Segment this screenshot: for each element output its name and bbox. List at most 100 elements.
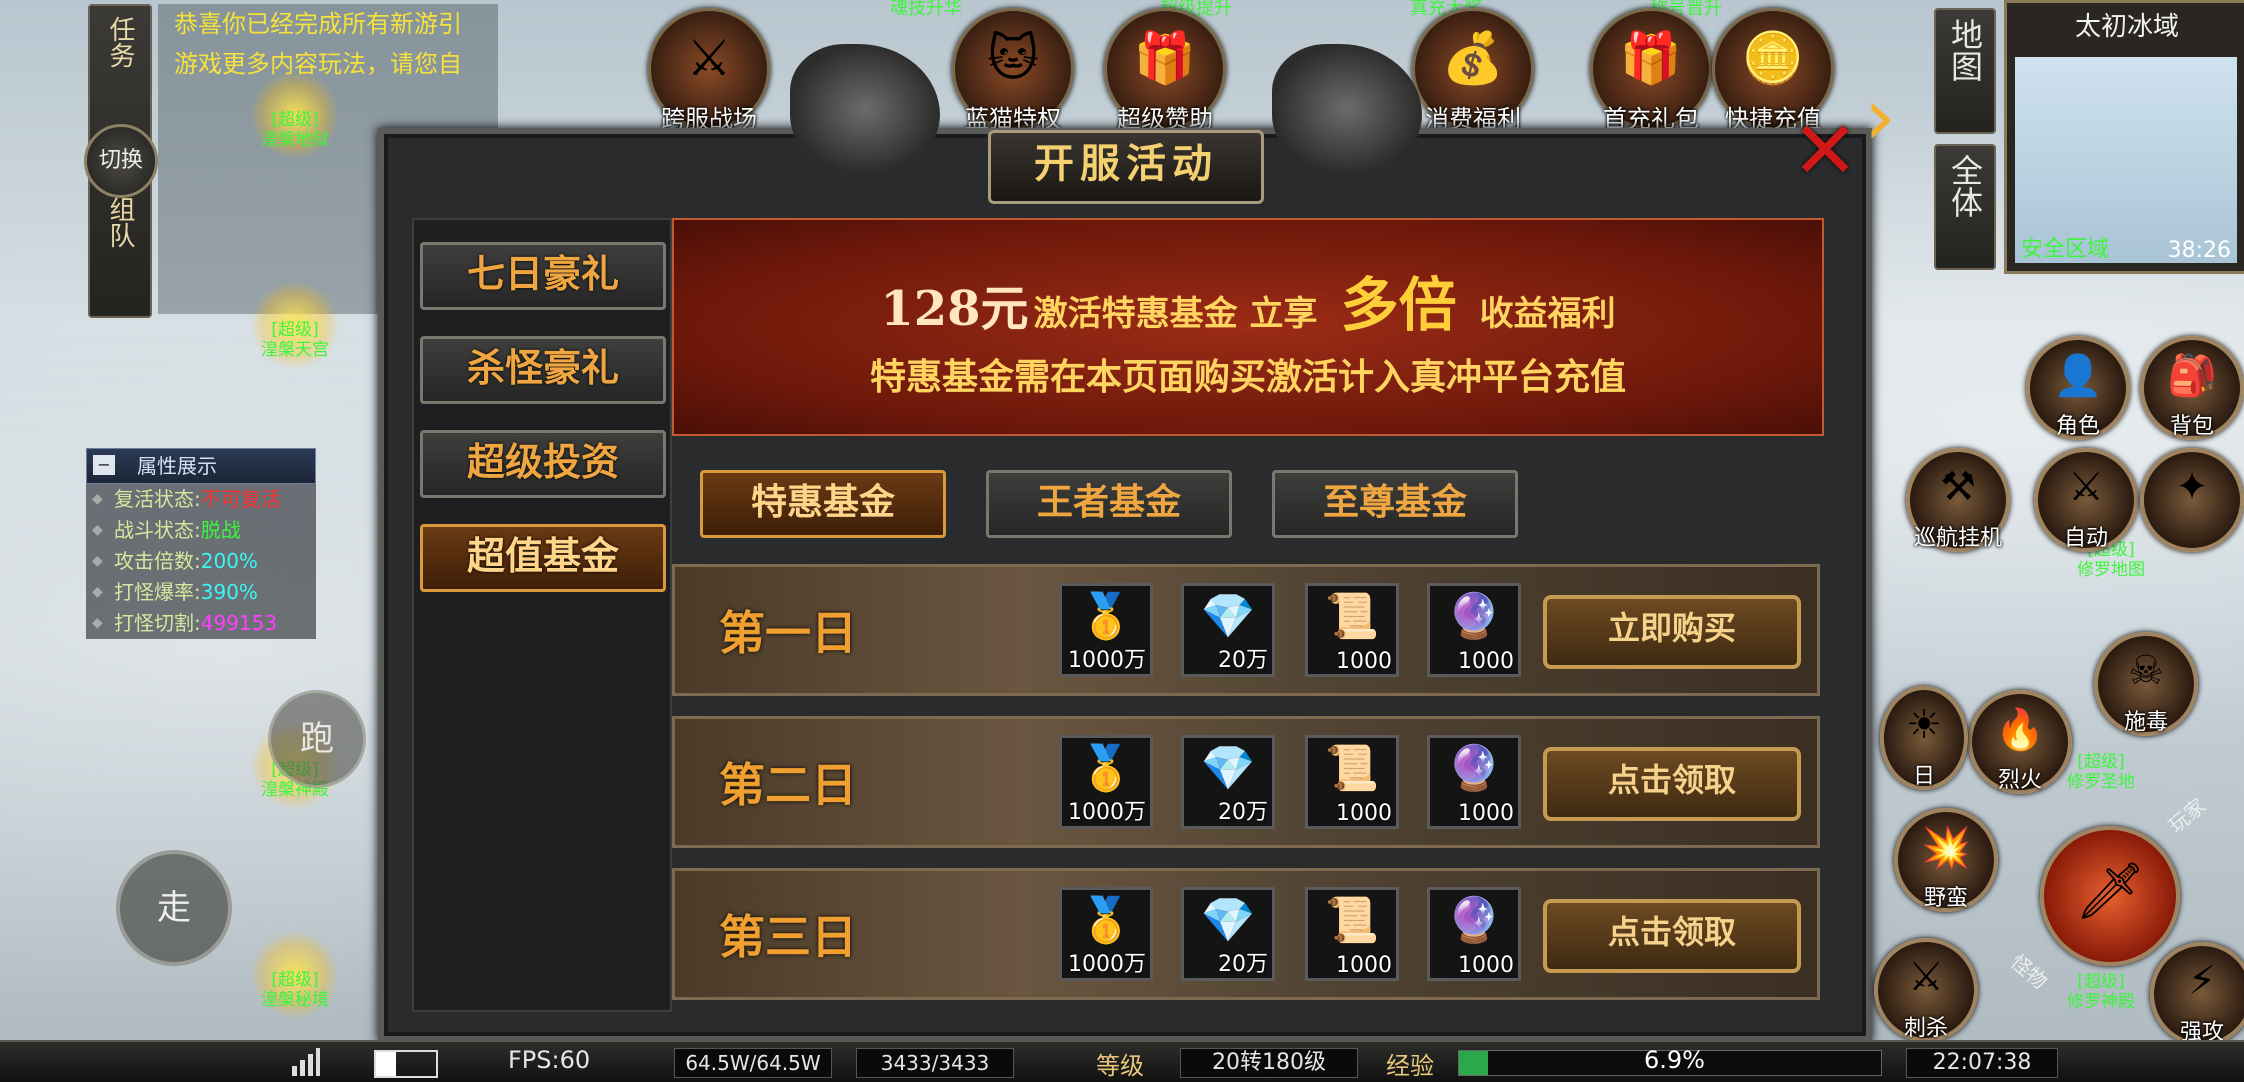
task-tab[interactable]: 任务 bbox=[90, 6, 150, 77]
swap-button[interactable]: 切换 bbox=[84, 124, 158, 198]
poison-skill[interactable]: ☠ 施毒 bbox=[2094, 632, 2198, 736]
day-row: 第二日 🥇 1000万 💎 20万 📜 1000 🔮 1000 点击领取 bbox=[672, 716, 1820, 848]
reward-slot[interactable]: 🥇 1000万 bbox=[1059, 735, 1153, 829]
top-faint-labels: 魂技升华 超级提升 真充大奖 称号晋升 bbox=[640, 0, 1880, 20]
portal-left-4[interactable]: [超级] 湟槃秘境 bbox=[250, 930, 340, 1020]
attribute-row: 战斗状态:脱战 bbox=[86, 515, 316, 546]
bag-button[interactable]: 🎒 背包 bbox=[2140, 336, 2244, 440]
consume-welfare-button[interactable]: 💰 消费福利 bbox=[1412, 8, 1534, 133]
tab-king-fund[interactable]: 王者基金 bbox=[986, 470, 1232, 538]
reward-slot[interactable]: 🥇 1000万 bbox=[1059, 887, 1153, 981]
fire-sword-icon: 🔥 bbox=[1995, 707, 2045, 753]
reward-slot[interactable]: 📜 1000 bbox=[1305, 735, 1399, 829]
all-chat-button[interactable]: 全体 bbox=[1934, 144, 1996, 270]
auto-button[interactable]: ⚔ 自动 bbox=[2034, 448, 2138, 552]
sidebar-item-value-fund[interactable]: 超值基金 bbox=[420, 524, 666, 592]
assassinate-icon: ⚔ bbox=[1908, 954, 1944, 1000]
sun-skill-icon: ☀ bbox=[1906, 702, 1942, 748]
barbarian-skill[interactable]: 💥 野蛮 bbox=[1894, 808, 1998, 912]
diamond-icon: 💎 bbox=[1200, 895, 1256, 946]
banner-subline: 特惠基金需在本页面购买激活计入真冲平台充值 bbox=[869, 357, 1626, 398]
gold-ingot-icon: 🥇 bbox=[1078, 591, 1134, 642]
shuriken-icon: ✦ bbox=[2175, 464, 2209, 510]
portal-label: [超级] 湟槃地狱 bbox=[261, 110, 329, 150]
walk-button[interactable]: 走 bbox=[116, 850, 232, 966]
auto-sword-icon: ⚔ bbox=[2068, 464, 2104, 510]
character-button[interactable]: 👤 角色 bbox=[2026, 336, 2130, 440]
portal-label: [超级] 湟槃秘境 bbox=[261, 970, 329, 1010]
portal-left-2[interactable]: [超级] 湟槃天宫 bbox=[250, 280, 340, 370]
treasure-chest-icon: 💰 bbox=[1441, 29, 1505, 87]
gold-ingot-icon: 🥇 bbox=[1078, 743, 1134, 794]
gift-pack-icon: 🎁 bbox=[1133, 29, 1197, 87]
reward-slot[interactable]: 🔮 1000 bbox=[1427, 887, 1521, 981]
auto-cruise-button[interactable]: ⚒ 巡航挂机 bbox=[1906, 448, 2010, 552]
exp-fill bbox=[1459, 1051, 1489, 1075]
minimap[interactable]: 太初冰域 安全区域 38:26 bbox=[2004, 0, 2244, 274]
barbarian-icon: 💥 bbox=[1921, 825, 1971, 871]
gold-card-icon: 📜 bbox=[1324, 591, 1380, 642]
minimap-view[interactable]: 安全区域 38:26 bbox=[2015, 57, 2237, 263]
reward-slot[interactable]: 🥇 1000万 bbox=[1059, 583, 1153, 677]
fire-skill[interactable]: 🔥 烈火 bbox=[1968, 690, 2072, 794]
portal-label-right: [超级] 修罗神殿 bbox=[2067, 972, 2135, 1012]
sun-skill[interactable]: ☀ 日 bbox=[1880, 686, 1968, 790]
sidebar-item-seven-day[interactable]: 七日豪礼 bbox=[420, 242, 666, 310]
strong-attack-skill[interactable]: ⚡ 强攻 bbox=[2150, 942, 2244, 1046]
claim-button[interactable]: 点击领取 bbox=[1543, 899, 1801, 973]
reward-slot[interactable]: 📜 1000 bbox=[1305, 887, 1399, 981]
buy-now-button[interactable]: 立即购买 bbox=[1543, 595, 1801, 669]
assassinate-skill[interactable]: ⚔ 刺杀 bbox=[1874, 938, 1978, 1042]
main-attack-button[interactable]: 🗡 bbox=[2040, 826, 2180, 966]
team-tab[interactable]: 组队 bbox=[90, 196, 150, 257]
sidebar-item-super-invest[interactable]: 超级投资 bbox=[420, 430, 666, 498]
bag-icon: 🎒 bbox=[2167, 353, 2217, 399]
reward-slot[interactable]: 💎 20万 bbox=[1181, 735, 1275, 829]
safe-zone-label: 安全区域 bbox=[2021, 237, 2110, 262]
reward-slot[interactable]: 💎 20万 bbox=[1181, 583, 1275, 677]
level-label: 等级 bbox=[1096, 1052, 1144, 1080]
tab-special-fund[interactable]: 特惠基金 bbox=[700, 470, 946, 538]
reward-slot[interactable]: 📜 1000 bbox=[1305, 583, 1399, 677]
purple-scroll-icon: 🔮 bbox=[1446, 895, 1502, 946]
attribute-row: 复活状态:不可复活 bbox=[86, 484, 316, 515]
map-button[interactable]: 地图 bbox=[1934, 8, 1996, 134]
signal-icon bbox=[290, 1048, 320, 1076]
gold-card-icon: 📜 bbox=[1324, 895, 1380, 946]
clock: 22:07:38 bbox=[1906, 1048, 2058, 1078]
fund-banner: 128元 激活特惠基金 立享 多倍 收益福利 特惠基金需在本页面购买激活计入真冲… bbox=[672, 218, 1824, 436]
banner-headline: 128元 激活特惠基金 立享 多倍 收益福利 bbox=[674, 258, 1822, 342]
banner-text: 收益福利 bbox=[1479, 294, 1616, 334]
day-label: 第一日 bbox=[719, 606, 857, 660]
reward-slot[interactable]: 🔮 1000 bbox=[1427, 583, 1521, 677]
task-label: 任务 bbox=[105, 16, 135, 68]
blue-cat-privilege-button[interactable]: 🐱 蓝猫特权 bbox=[952, 8, 1074, 133]
banner-text: 激活特惠基金 立享 bbox=[1033, 294, 1318, 334]
faint-label: 魂技升华 bbox=[890, 0, 962, 19]
close-icon[interactable]: ✕ bbox=[1790, 111, 1860, 191]
cross-server-button[interactable]: ⚔ 跨服战场 bbox=[648, 8, 770, 133]
sidebar-item-kill-monster[interactable]: 杀怪豪礼 bbox=[420, 336, 666, 404]
chevron-right-icon[interactable]: › bbox=[1864, 70, 1896, 163]
reward-slot[interactable]: 💎 20万 bbox=[1181, 887, 1275, 981]
gold-card-icon: 📜 bbox=[1324, 743, 1380, 794]
claim-button[interactable]: 点击领取 bbox=[1543, 747, 1801, 821]
shuriken-skill[interactable]: ✦ bbox=[2140, 448, 2244, 552]
chat-line: 恭喜你已经完成所有新游引 bbox=[174, 10, 462, 38]
diamond-icon: 💎 bbox=[1200, 743, 1256, 794]
team-label: 组队 bbox=[105, 196, 135, 248]
banner-highlight: 多倍 bbox=[1340, 271, 1457, 339]
portal-left-1[interactable]: [超级] 湟槃地狱 bbox=[250, 70, 340, 160]
tab-supreme-fund[interactable]: 至尊基金 bbox=[1272, 470, 1518, 538]
reward-slot[interactable]: 🔮 1000 bbox=[1427, 735, 1521, 829]
first-charge-button[interactable]: 🎁 首充礼包 bbox=[1590, 8, 1712, 133]
crossed-axes-icon: ⚒ bbox=[1940, 464, 1976, 510]
collapse-icon[interactable]: − bbox=[93, 455, 115, 475]
map-label: 地图 bbox=[1946, 18, 1984, 82]
run-button[interactable]: 跑 bbox=[268, 690, 366, 788]
zone-name: 太初冰域 bbox=[2074, 12, 2179, 42]
strong-attack-icon: ⚡ bbox=[2187, 958, 2217, 1004]
map-timer: 38:26 bbox=[2167, 238, 2231, 263]
attribute-header[interactable]: − 属性展示 bbox=[86, 448, 316, 484]
super-sponsor-button[interactable]: 🎁 超级赞助 bbox=[1104, 8, 1226, 133]
